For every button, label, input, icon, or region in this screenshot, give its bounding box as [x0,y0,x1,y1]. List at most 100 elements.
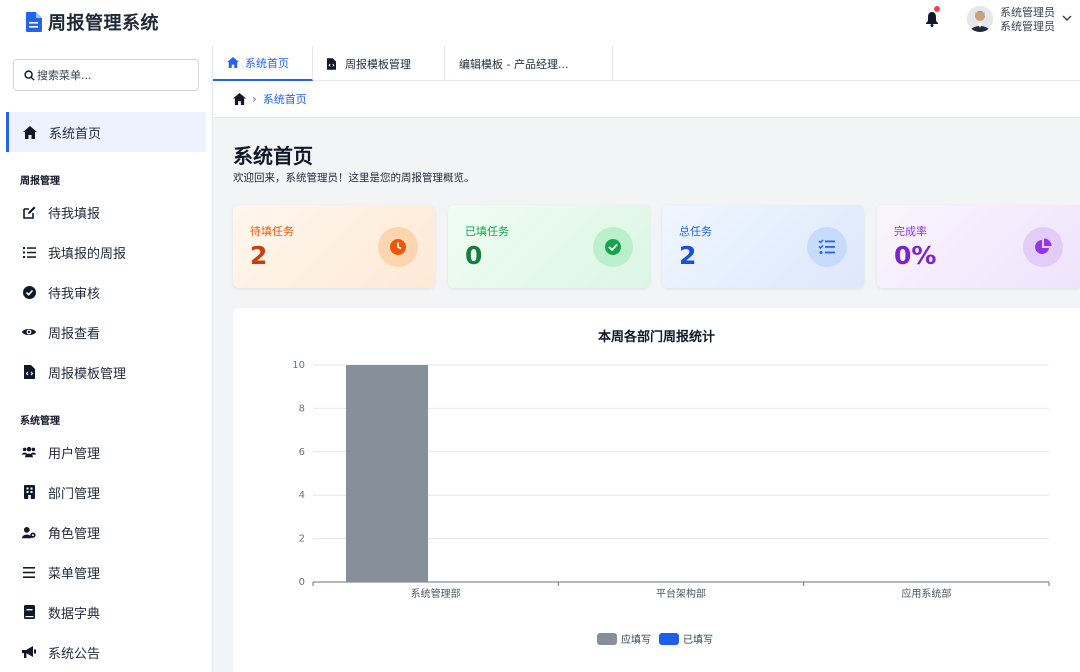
sidebar-item-label: 部门管理 [48,486,101,502]
user-avatar-icon [967,6,993,32]
legend-label: 应填写 [621,635,651,646]
user-name: 系统管理员 [1000,6,1055,19]
sidebar-item-dictionary[interactable]: 数据字典 [6,592,206,632]
x-tick-label: 应用系统部 [901,587,951,600]
sidebar-item-label: 周报模板管理 [48,366,127,382]
tab-bar: 系统首页 周报模板管理 编辑模板 - 产品经理... [213,46,1080,81]
stat-card-total[interactable]: 总任务 2 [662,205,864,288]
sidebar-group-title: 系统管理 [20,416,60,427]
menu-bars-icon [22,565,36,579]
home-icon[interactable] [233,93,246,105]
user-info[interactable]: 系统管理员 系统管理员 [1000,6,1055,34]
sidebar-item-label: 数据字典 [48,606,101,622]
y-tick-label: 10 [292,360,305,371]
pie-chart-icon [1023,227,1063,267]
task-list-icon [807,227,847,267]
breadcrumb: › 系统首页 [213,81,1080,118]
main-content: 系统首页 欢迎回来，系统管理员！这里是您的周报管理概览。 待填任务 2 已填任务… [213,118,1080,672]
users-icon [22,445,36,459]
home-icon [23,125,37,139]
sidebar-item-label: 用户管理 [48,446,101,462]
file-code-icon [22,365,36,379]
sidebar-item-label: 我填报的周报 [48,246,127,262]
sidebar-item-users[interactable]: 用户管理 [6,432,206,472]
app-title: 周报管理系统 [48,13,159,34]
bell-icon[interactable] [925,11,939,27]
menu-search-placeholder: 搜索菜单... [37,69,92,82]
book-icon [22,605,36,619]
y-tick-label: 4 [299,490,305,501]
menu-search-input[interactable]: 搜索菜单... [13,59,199,91]
tab-template-management[interactable]: 周报模板管理 [313,46,445,81]
tab-label: 编辑模板 - 产品经理... [459,57,569,71]
sidebar-item-to-review[interactable]: 待我审核 [6,272,206,312]
file-code-icon [327,57,339,70]
sidebar-group-title: 周报管理 [20,176,60,187]
bar-should-fill [346,365,428,582]
tab-home[interactable]: 系统首页 [213,46,313,81]
stat-value: 2 [250,241,268,270]
x-tick-label: 系统管理部 [411,587,461,600]
megaphone-icon [22,645,36,659]
user-gear-icon [22,525,36,539]
top-header: 周报管理系统 系统管理员 系统管理员 [0,0,1080,46]
sidebar-item-label: 系统首页 [49,126,102,142]
sidebar: 搜索菜单... 系统首页 周报管理 待我填报 我填报的周报 待我审核 周报查看 … [0,46,213,672]
home-icon [227,56,239,69]
stat-label: 已填任务 [465,225,509,238]
sidebar-item-roles[interactable]: 角色管理 [6,512,206,552]
sidebar-item-label: 系统公告 [48,646,101,662]
sidebar-item-home[interactable]: 系统首页 [6,112,206,152]
tab-edit-template[interactable]: 编辑模板 - 产品经理... [445,46,613,81]
stat-card-completion[interactable]: 完成率 0% [877,205,1080,288]
x-tick-label: 平台架构部 [656,587,706,600]
chart-panel: 本周各部门周报统计 0 2 4 6 8 10 系统管理部 平台架构部 应用系统部 应填写 已填写 [233,308,1080,672]
legend-swatch [597,632,617,645]
search-icon [24,69,35,81]
brand[interactable]: 周报管理系统 [26,9,159,35]
stat-value: 0 [465,241,483,270]
sidebar-item-to-fill[interactable]: 待我填报 [6,192,206,232]
list-icon [22,245,36,259]
stat-value: 0% [894,241,937,270]
stat-value: 2 [679,241,697,270]
avatar[interactable] [967,6,993,32]
tab-label: 周报模板管理 [345,57,411,71]
sidebar-item-label: 待我填报 [48,206,101,222]
sidebar-item-label: 待我审核 [48,286,101,302]
sidebar-item-menus[interactable]: 菜单管理 [6,552,206,592]
stat-label: 总任务 [679,225,712,238]
legend-swatch [659,632,679,645]
y-tick-label: 2 [299,534,305,545]
y-tick-label: 6 [299,447,305,458]
sidebar-item-label: 角色管理 [48,526,101,542]
sidebar-item-label: 菜单管理 [48,566,101,582]
clock-icon [378,227,418,267]
sidebar-item-label: 周报查看 [48,326,101,342]
building-icon [22,485,36,499]
check-circle-icon [593,227,633,267]
document-icon [26,12,42,32]
legend-label: 已填写 [683,635,713,646]
chevron-right-icon: › [252,92,257,106]
sidebar-item-my-reports[interactable]: 我填报的周报 [6,232,206,272]
breadcrumb-current[interactable]: 系统首页 [263,91,307,107]
sidebar-item-template-management[interactable]: 周报模板管理 [6,352,206,392]
stat-card-filled[interactable]: 已填任务 0 [448,205,650,288]
legend-entry[interactable]: 应填写 [597,631,651,646]
sidebar-item-departments[interactable]: 部门管理 [6,472,206,512]
chevron-down-icon[interactable] [1062,14,1072,22]
page-title: 系统首页 [233,144,313,168]
page-subtitle: 欢迎回来，系统管理员！这里是您的周报管理概览。 [233,172,475,184]
chart-legend: 应填写 已填写 [597,631,721,646]
sidebar-item-announcements[interactable]: 系统公告 [6,632,206,672]
edit-icon [22,205,36,219]
legend-entry[interactable]: 已填写 [659,631,713,646]
user-role: 系统管理员 [1000,20,1055,33]
stat-card-pending[interactable]: 待填任务 2 [233,205,435,288]
bar-chart: 0 2 4 6 8 10 系统管理部 平台架构部 应用系统部 [292,360,1050,600]
sidebar-item-view-reports[interactable]: 周报查看 [6,312,206,352]
chart-title: 本周各部门周报统计 [597,330,715,345]
stat-label: 完成率 [894,225,927,238]
notification-dot [934,6,940,12]
